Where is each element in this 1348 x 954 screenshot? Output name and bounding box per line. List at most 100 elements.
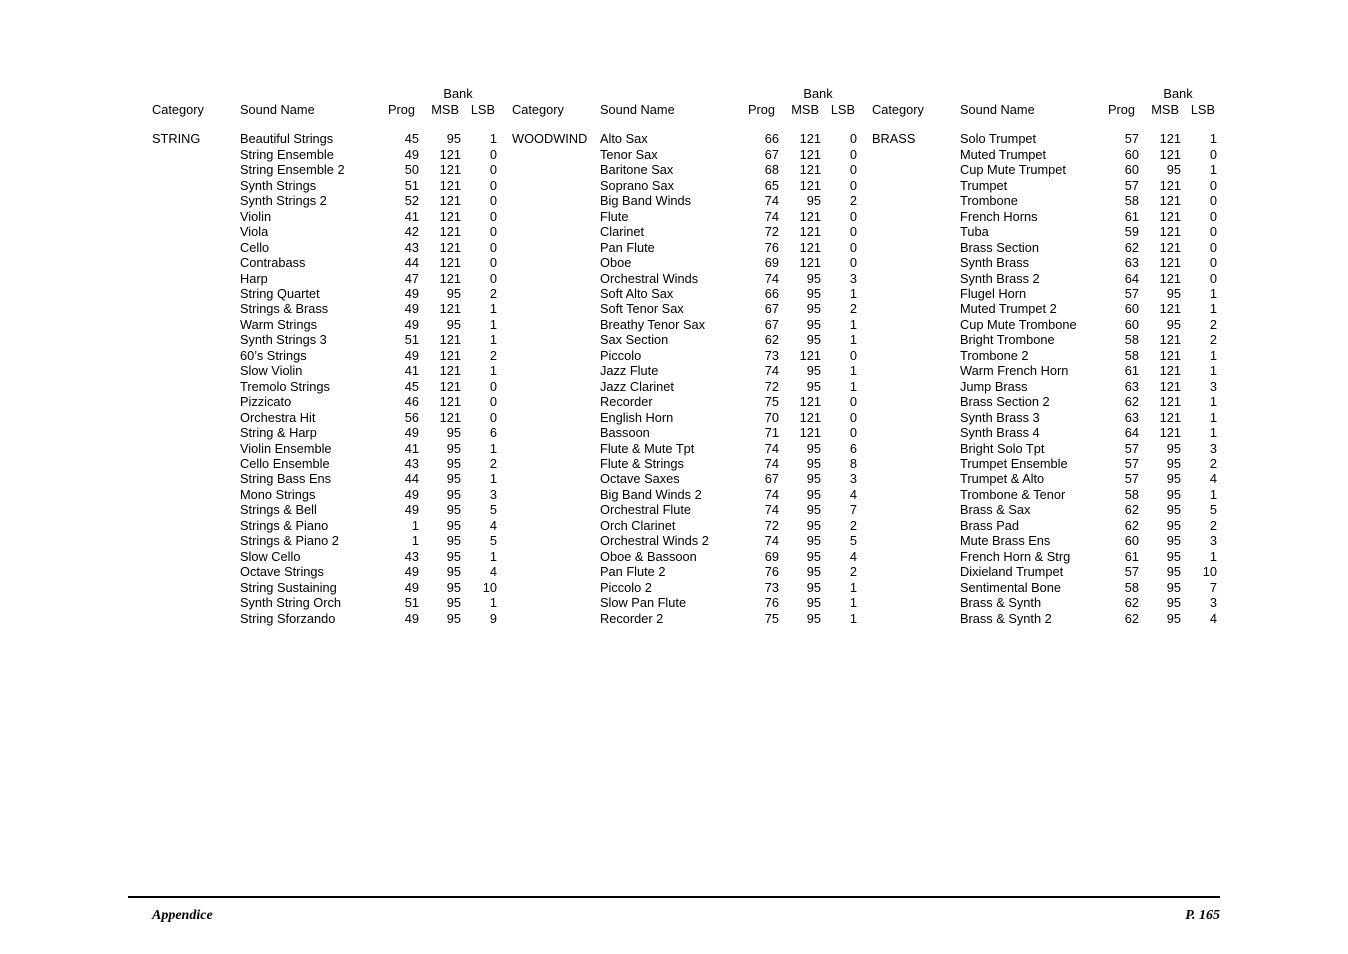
prog-cell: 68: [764, 162, 779, 178]
sound-name-cell: English Horn: [600, 409, 674, 425]
bank-lsb-cell: 2: [849, 301, 858, 317]
bank-lsb-cell: 8: [849, 455, 858, 471]
category-cell: [152, 301, 240, 316]
sound-table-body: STRING Beautiful Strings 45 95 1 String Ensem…: [152, 131, 497, 626]
table-row: Bright Trombone 58 121 2: [872, 332, 1217, 347]
prog-cell: 41: [404, 208, 419, 224]
bank-lsb-cell: 5: [489, 533, 498, 549]
bank-msb-cell: 121: [1159, 131, 1181, 147]
category-cell: [152, 549, 240, 564]
table-row: Mono Strings 49 95 3: [152, 487, 497, 502]
prog-cell: 41: [404, 440, 419, 456]
sound-name-cell: Octave Strings: [240, 564, 324, 580]
prog-cell: 66: [764, 131, 779, 147]
bank-msb-cell: 95: [446, 455, 461, 471]
prog-cell: 44: [404, 255, 419, 271]
sound-name-cell: Soft Tenor Sax: [600, 301, 684, 317]
bank-lsb-cell: 0: [849, 146, 858, 162]
bank-msb-cell: 121: [439, 193, 461, 209]
sound-table-block-brass: Bank Category Sound Name Prog MSB LSB BR…: [872, 86, 1232, 626]
bank-msb-cell: 95: [446, 285, 461, 301]
table-row: Recorder 75 121 0: [512, 394, 857, 409]
sound-name-cell: Synth Strings 2: [240, 193, 327, 209]
prog-cell: 73: [764, 579, 779, 595]
bank-msb-cell: 95: [806, 193, 821, 209]
bank-msb-cell: 95: [806, 301, 821, 317]
prog-cell: 74: [764, 193, 779, 209]
table-row: Brass Section 2 62 121 1: [872, 394, 1217, 409]
bank-msb-cell: 95: [806, 270, 821, 286]
table-row: Brass Section 62 121 0: [872, 240, 1217, 255]
sound-name-cell: Muted Trumpet: [960, 146, 1047, 162]
category-cell: [872, 224, 960, 239]
category-cell: [512, 193, 600, 208]
spacer-cell: [872, 117, 1217, 131]
bank-msb-cell: 95: [446, 579, 461, 595]
sound-name-cell: Orchestral Winds 2: [600, 533, 709, 549]
bank-lsb-cell: 4: [1209, 610, 1218, 626]
sound-name-cell: Jazz Clarinet: [600, 378, 674, 394]
category-cell: STRING: [152, 131, 201, 147]
bank-msb-cell: 95: [806, 548, 821, 564]
sound-name-cell: Strings & Brass: [240, 301, 329, 317]
prog-cell: 72: [764, 224, 779, 240]
category-cell: [872, 518, 960, 533]
table-row: Sentimental Bone 58 95 7: [872, 580, 1217, 595]
bank-group-header: Bank: [803, 86, 833, 101]
bank-msb-cell: 95: [446, 440, 461, 456]
bank-msb-cell: 95: [806, 471, 821, 487]
sound-name-cell: Cup Mute Trumpet: [960, 162, 1066, 178]
bank-lsb-cell: 0: [1209, 255, 1218, 271]
prog-cell: 57: [1124, 440, 1139, 456]
category-cell: [872, 193, 960, 208]
sound-name-cell: Sentimental Bone: [960, 579, 1062, 595]
sound-name-cell: Pan Flute 2: [600, 564, 666, 580]
prog-cell: 69: [764, 255, 779, 271]
table-row: BRASS Solo Trumpet 57 121 1: [872, 131, 1217, 146]
header-body-spacer: [872, 117, 1217, 131]
bank-msb-cell: 121: [439, 394, 461, 410]
sound-name-cell: Big Band Winds: [600, 193, 692, 209]
prog-cell: 45: [404, 131, 419, 147]
sound-table-body: BRASS Solo Trumpet 57 121 1 Muted Trumpet 60 12…: [872, 131, 1217, 626]
table-row: Synth Strings 51 121 0: [152, 178, 497, 193]
prog-cell: 60: [1124, 301, 1139, 317]
sound-name-cell: String Bass Ens: [240, 471, 332, 487]
category-cell: [152, 425, 240, 440]
bank-msb-cell: 121: [439, 239, 461, 255]
category-cell: [512, 286, 600, 301]
category-cell: [512, 240, 600, 255]
bank-lsb-cell: 0: [849, 425, 858, 441]
bank-msb-cell: 95: [1166, 564, 1181, 580]
prog-cell: 69: [764, 548, 779, 564]
category-cell: [152, 580, 240, 595]
sound-name-cell: Oboe & Bassoon: [600, 548, 697, 564]
bank-msb-cell: 95: [806, 533, 821, 549]
category-cell: [872, 317, 960, 332]
table-row: Orchestral Winds 2 74 95 5: [512, 533, 857, 548]
category-cell: [512, 162, 600, 177]
bank-msb-cell: 121: [1159, 409, 1181, 425]
sound-name-cell: Slow Cello: [240, 548, 301, 564]
header-msb: MSB: [791, 102, 819, 117]
table-row: Muted Trumpet 2 60 121 1: [872, 301, 1217, 316]
category-cell: [872, 332, 960, 347]
bank-lsb-cell: 2: [1209, 517, 1218, 533]
table-row: Synth Brass 2 64 121 0: [872, 271, 1217, 286]
bank-msb-cell: 95: [1166, 610, 1181, 626]
sound-name-cell: Warm French Horn: [960, 363, 1069, 379]
prog-cell: 43: [404, 239, 419, 255]
bank-lsb-cell: 2: [489, 455, 498, 471]
table-row: Bright Solo Tpt 57 95 3: [872, 441, 1217, 456]
bank-lsb-cell: 2: [489, 285, 498, 301]
sound-name-cell: Brass Section: [960, 239, 1039, 255]
bank-lsb-cell: 1: [1209, 425, 1218, 441]
bank-msb-cell: 95: [806, 517, 821, 533]
table-row: Flute 74 121 0: [512, 209, 857, 224]
bank-msb-cell: 121: [439, 224, 461, 240]
bank-lsb-cell: 0: [849, 409, 858, 425]
table-row: String Quartet 49 95 2: [152, 286, 497, 301]
bank-msb-cell: 121: [1159, 193, 1181, 209]
bank-msb-cell: 95: [1166, 486, 1181, 502]
category-cell: [872, 271, 960, 286]
